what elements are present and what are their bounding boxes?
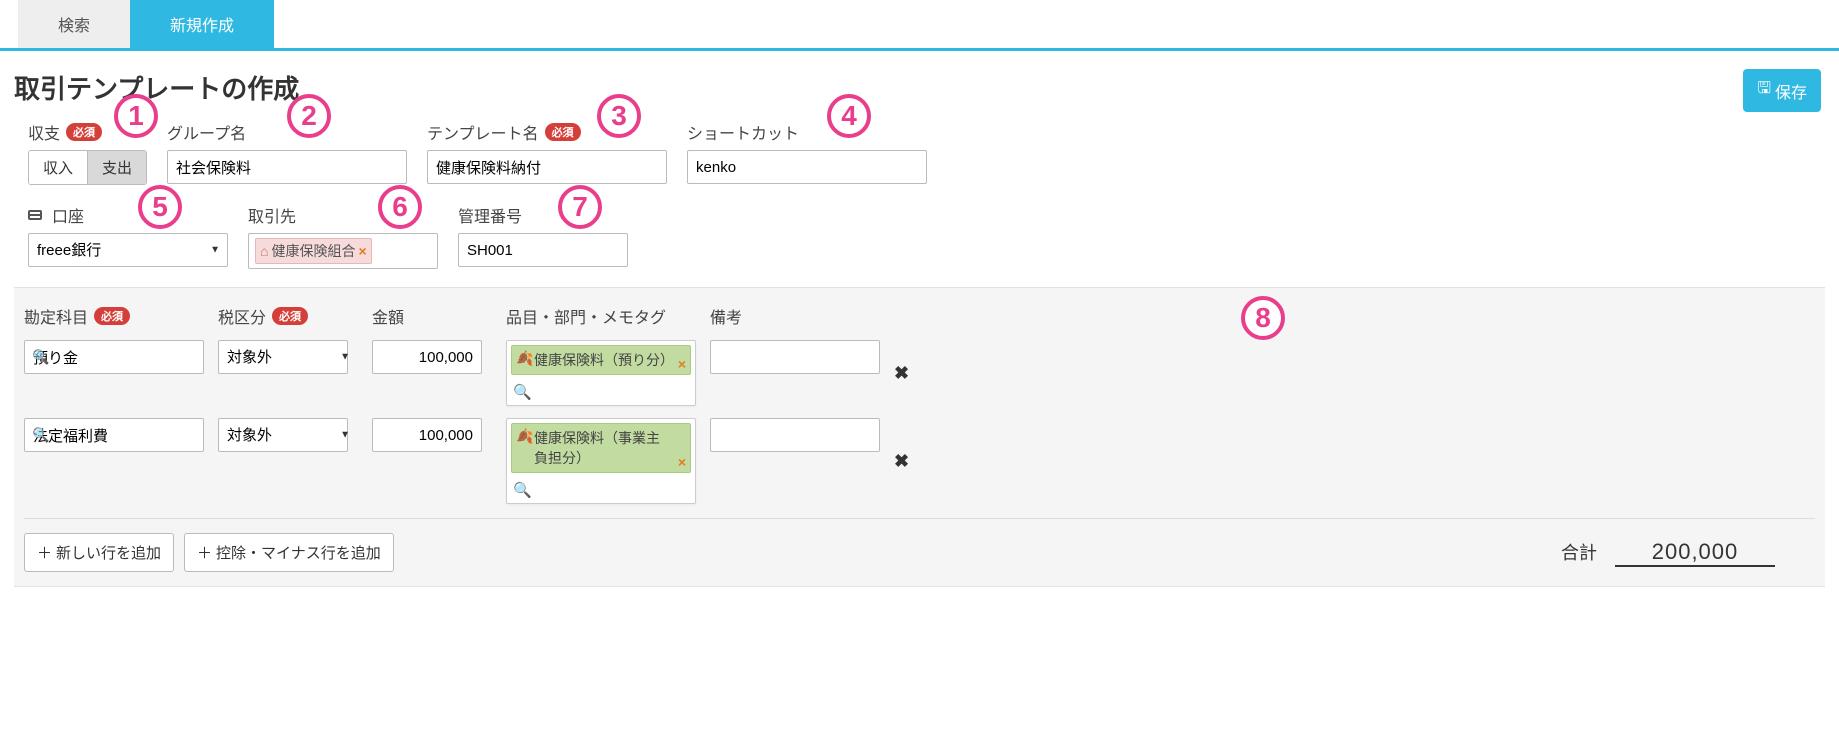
page-body: 取引テンプレートの作成 🖫 保存 収支 必須 収入 支出 1 グループ名 2 テ… [0,51,1839,605]
amount-input[interactable] [372,418,482,452]
group-name-input[interactable] [167,150,407,184]
add-row-label: 新しい行を追加 [56,542,161,563]
amount-header: 金額 [372,304,492,328]
delete-row-icon[interactable]: ✖ [894,363,924,384]
template-name-field: テンプレート名 必須 3 [427,120,667,185]
partner-field: 取引先 ⌂ 健康保険組合 × 6 [248,203,438,269]
lines-section: 8 勘定科目 必須 税区分 必須 金額 品目・部門・メモタグ 備考 🔍 対象外 [14,287,1825,587]
group-name-label: グループ名 [167,120,407,144]
add-deduction-label: 控除・マイナス行を追加 [216,542,381,563]
tag-chip: 🍂 健康保険料（預り分） × [511,345,691,375]
plus-icon: ＋ [37,542,52,563]
account-item-header: 勘定科目 [24,304,88,328]
required-badge: 必須 [66,123,102,141]
leaf-icon: 🍂 [516,428,533,445]
add-row-button[interactable]: ＋ 新しい行を追加 [24,533,174,572]
tag-chip: 🍂 健康保険料（事業主負担分） × [511,423,691,473]
fields-row-1: 収支 必須 収入 支出 1 グループ名 2 テンプレート名 必須 3 ショートカ… [14,120,1825,185]
partner-input[interactable]: ⌂ 健康保険組合 × [248,233,438,269]
card-icon [28,210,42,220]
group-name-field: グループ名 2 [167,120,407,185]
partner-tag: ⌂ 健康保険組合 × [255,238,372,264]
plus-icon: ＋ [197,542,212,563]
account-select[interactable]: freee銀行 [28,233,228,267]
tag-remove-icon[interactable]: × [678,454,686,470]
account-label: 口座 [52,203,84,227]
template-name-input[interactable] [427,150,667,184]
tab-search[interactable]: 検索 [18,0,130,48]
divider [24,518,1815,519]
home-icon: ⌂ [260,243,268,259]
balance-field: 収支 必須 収入 支出 1 [28,120,147,185]
total-value: 200,000 [1615,539,1775,567]
tax-select[interactable]: 対象外 [218,340,348,374]
income-toggle[interactable]: 収入 [29,151,87,184]
account-field: 口座 freee銀行 5 [28,203,228,269]
tab-create[interactable]: 新規作成 [130,0,274,48]
mgmt-no-field: 管理番号 7 [458,203,628,269]
account-item-input[interactable] [24,418,204,452]
mgmt-no-input[interactable] [458,233,628,267]
partner-tag-label: 健康保険組合 [271,241,355,261]
top-tabs: 検索 新規作成 [0,0,1839,51]
shortcut-label: ショートカット [687,120,927,144]
lines-grid: 勘定科目 必須 税区分 必須 金額 品目・部門・メモタグ 備考 🔍 対象外 [24,304,1815,504]
leaf-icon: 🍂 [516,350,533,367]
search-icon: 🔍 [513,482,532,499]
save-icon: 🖫 [1757,77,1771,104]
template-name-label: テンプレート名 [427,120,539,144]
save-button[interactable]: 🖫 保存 [1743,69,1821,112]
add-deduction-button[interactable]: ＋ 控除・マイナス行を追加 [184,533,394,572]
note-input[interactable] [710,340,880,374]
total-label: 合計 [1561,539,1597,565]
tax-select[interactable]: 対象外 [218,418,348,452]
tag-chip-label: 健康保険料（預り分） [534,352,674,368]
fields-row-2: 口座 freee銀行 5 取引先 ⌂ 健康保険組合 × 6 管理番号 [14,203,1825,269]
partner-label: 取引先 [248,203,438,227]
balance-toggle: 収入 支出 [28,150,147,185]
note-input[interactable] [710,418,880,452]
page-title: 取引テンプレートの作成 [14,69,1825,106]
tag-search[interactable]: 🔍 [507,379,695,405]
tags-header: 品目・部門・メモタグ [506,304,696,328]
mgmt-no-label: 管理番号 [458,203,628,227]
account-item-input[interactable] [24,340,204,374]
shortcut-field: ショートカット 4 [687,120,927,185]
required-badge: 必須 [545,123,581,141]
balance-label: 収支 [28,120,60,144]
search-icon: 🔍 [513,384,532,401]
tag-box: 🍂 健康保険料（事業主負担分） × 🔍 [506,418,696,504]
required-badge: 必須 [94,307,130,325]
required-badge: 必須 [272,307,308,325]
tag-box: 🍂 健康保険料（預り分） × 🔍 [506,340,696,406]
lines-footer: ＋ 新しい行を追加 ＋ 控除・マイナス行を追加 合計 200,000 [24,533,1815,572]
expense-toggle[interactable]: 支出 [87,151,146,184]
amount-input[interactable] [372,340,482,374]
tag-chip-label: 健康保険料（事業主負担分） [534,430,660,466]
tag-remove-icon[interactable]: × [678,356,686,372]
tag-search[interactable]: 🔍 [507,477,695,503]
tax-header: 税区分 [218,304,266,328]
note-header: 備考 [710,304,880,328]
delete-row-icon[interactable]: ✖ [894,451,924,472]
save-button-label: 保存 [1775,79,1807,103]
total: 合計 200,000 [1561,539,1815,567]
partner-tag-remove-icon[interactable]: × [358,243,366,259]
shortcut-input[interactable] [687,150,927,184]
